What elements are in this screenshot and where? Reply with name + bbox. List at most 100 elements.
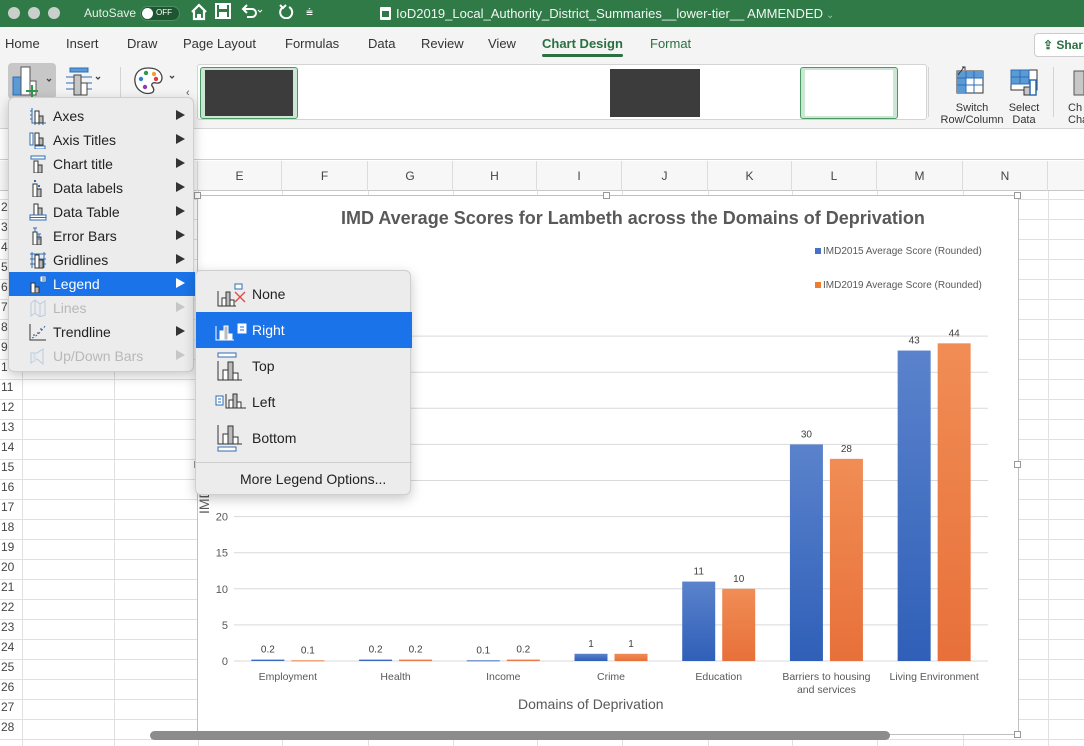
chart-style-2[interactable]: [302, 67, 400, 119]
bar-2015-employment[interactable]: [251, 659, 285, 661]
share-button[interactable]: ⇪ Shar: [1034, 33, 1084, 57]
row-header[interactable]: 23: [0, 620, 22, 634]
bar-2015-living-environment[interactable]: [897, 350, 931, 661]
customize-quick-access-icon[interactable]: ⩧: [306, 5, 313, 20]
bar-2015-income[interactable]: [466, 660, 500, 662]
column-header-h[interactable]: H: [453, 161, 537, 191]
menu-item-trendline[interactable]: Trendline: [9, 320, 195, 344]
close-window-button[interactable]: [8, 7, 20, 19]
select-data-button[interactable]: [1010, 67, 1040, 102]
column-header-k[interactable]: K: [708, 161, 792, 191]
bar-2015-crime[interactable]: [574, 653, 608, 661]
minimize-window-button[interactable]: [28, 7, 40, 19]
menu-item-axis-titles[interactable]: Axis Titles: [9, 128, 195, 152]
row-header[interactable]: 3: [0, 220, 8, 234]
row-header[interactable]: 4: [0, 240, 8, 254]
more-legend-options[interactable]: More Legend Options...: [240, 471, 386, 487]
row-header[interactable]: 11: [0, 380, 22, 394]
chart-style-3[interactable]: [402, 67, 500, 119]
row-header[interactable]: 2: [0, 200, 8, 214]
menu-item-axes[interactable]: Axes: [9, 104, 195, 128]
row-header[interactable]: 18: [0, 520, 22, 534]
row-header[interactable]: 10: [0, 360, 8, 374]
column-header-e[interactable]: E: [198, 161, 282, 191]
tab-format[interactable]: Format: [650, 36, 691, 51]
tab-review[interactable]: Review: [421, 36, 464, 51]
bar-2019-education[interactable]: [722, 588, 756, 661]
title-chevron-icon[interactable]: ⌄: [826, 10, 834, 21]
add-chart-element-button[interactable]: [8, 63, 56, 99]
tab-formulas[interactable]: Formulas: [285, 36, 339, 51]
switch-row-column-button[interactable]: [955, 65, 985, 100]
home-icon[interactable]: [190, 3, 208, 26]
row-header[interactable]: 16: [0, 480, 22, 494]
tab-insert[interactable]: Insert: [66, 36, 99, 51]
chart-style-6[interactable]: [706, 67, 804, 119]
bar-2019-barriers-to-housing-and-services[interactable]: [829, 458, 863, 661]
row-header[interactable]: 24: [0, 640, 22, 654]
bar-2019-employment[interactable]: [291, 660, 325, 662]
bar-2019-income[interactable]: [506, 659, 540, 661]
bar-2015-health[interactable]: [359, 659, 393, 661]
row-header[interactable]: 7: [0, 300, 8, 314]
bar-2019-crime[interactable]: [614, 653, 648, 661]
row-header[interactable]: 20: [0, 560, 22, 574]
zoom-window-button[interactable]: [48, 7, 60, 19]
row-header[interactable]: 14: [0, 440, 22, 454]
row-header[interactable]: 17: [0, 500, 22, 514]
column-header-f[interactable]: F: [282, 161, 368, 191]
tab-home[interactable]: Home: [5, 36, 40, 51]
bar-2015-education[interactable]: [682, 581, 716, 661]
row-header[interactable]: 13: [0, 420, 22, 434]
legend-option-left[interactable]: Left: [196, 384, 412, 420]
menu-item-chart-title[interactable]: Chart title: [9, 152, 195, 176]
menu-item-data-table[interactable]: Data Table: [9, 200, 195, 224]
column-header-m[interactable]: M: [877, 161, 963, 191]
redo-icon[interactable]: [278, 3, 294, 24]
menu-item-legend[interactable]: Legend: [9, 272, 195, 296]
column-header-j[interactable]: J: [622, 161, 708, 191]
row-header[interactable]: 26: [0, 680, 22, 694]
bar-2019-living-environment[interactable]: [937, 343, 971, 661]
bar-2015-barriers-to-housing-and-services[interactable]: [789, 444, 823, 661]
save-icon[interactable]: [215, 3, 231, 24]
legend-option-right[interactable]: Right: [196, 312, 412, 348]
change-colors-button[interactable]: [132, 66, 180, 101]
column-header-l[interactable]: L: [792, 161, 877, 191]
column-header-i[interactable]: I: [537, 161, 622, 191]
row-header[interactable]: 5: [0, 260, 8, 274]
undo-icon[interactable]: [240, 3, 266, 24]
menu-item-gridlines[interactable]: Gridlines: [9, 248, 195, 272]
row-header[interactable]: 6: [0, 280, 8, 294]
row-header[interactable]: 22: [0, 600, 22, 614]
row-header[interactable]: 12: [0, 400, 22, 414]
chart-style-7[interactable]: [800, 67, 898, 119]
tab-chart-design[interactable]: Chart Design: [542, 36, 623, 57]
bar-2019-health[interactable]: [399, 659, 433, 661]
horizontal-scrollbar[interactable]: [150, 731, 890, 740]
tab-draw[interactable]: Draw: [127, 36, 157, 51]
tab-page-layout[interactable]: Page Layout: [183, 36, 256, 51]
chart-style-4[interactable]: [506, 67, 604, 119]
column-header-n[interactable]: N: [963, 161, 1048, 191]
row-header[interactable]: 25: [0, 660, 22, 674]
row-header[interactable]: 28: [0, 720, 22, 734]
menu-item-data-labels[interactable]: Data labels: [9, 176, 195, 200]
row-header[interactable]: 21: [0, 580, 22, 594]
change-chart-type-button[interactable]: [1072, 69, 1084, 102]
column-header-g[interactable]: G: [368, 161, 453, 191]
row-header[interactable]: 19: [0, 540, 22, 554]
row-header[interactable]: 9: [0, 340, 8, 354]
menu-item-error-bars[interactable]: Error Bars: [9, 224, 195, 248]
row-header[interactable]: 27: [0, 700, 22, 714]
tab-view[interactable]: View: [488, 36, 516, 51]
autosave-toggle[interactable]: OFF: [140, 6, 180, 21]
chart-style-5[interactable]: [606, 67, 704, 119]
legend-option-top[interactable]: Top: [196, 348, 412, 384]
row-header[interactable]: 15: [0, 460, 22, 474]
row-header[interactable]: 8: [0, 320, 8, 334]
legend-option-bottom[interactable]: Bottom: [196, 420, 412, 456]
chart-style-1[interactable]: [200, 67, 298, 119]
tab-data[interactable]: Data: [368, 36, 395, 51]
legend-option-none[interactable]: None: [196, 276, 412, 312]
